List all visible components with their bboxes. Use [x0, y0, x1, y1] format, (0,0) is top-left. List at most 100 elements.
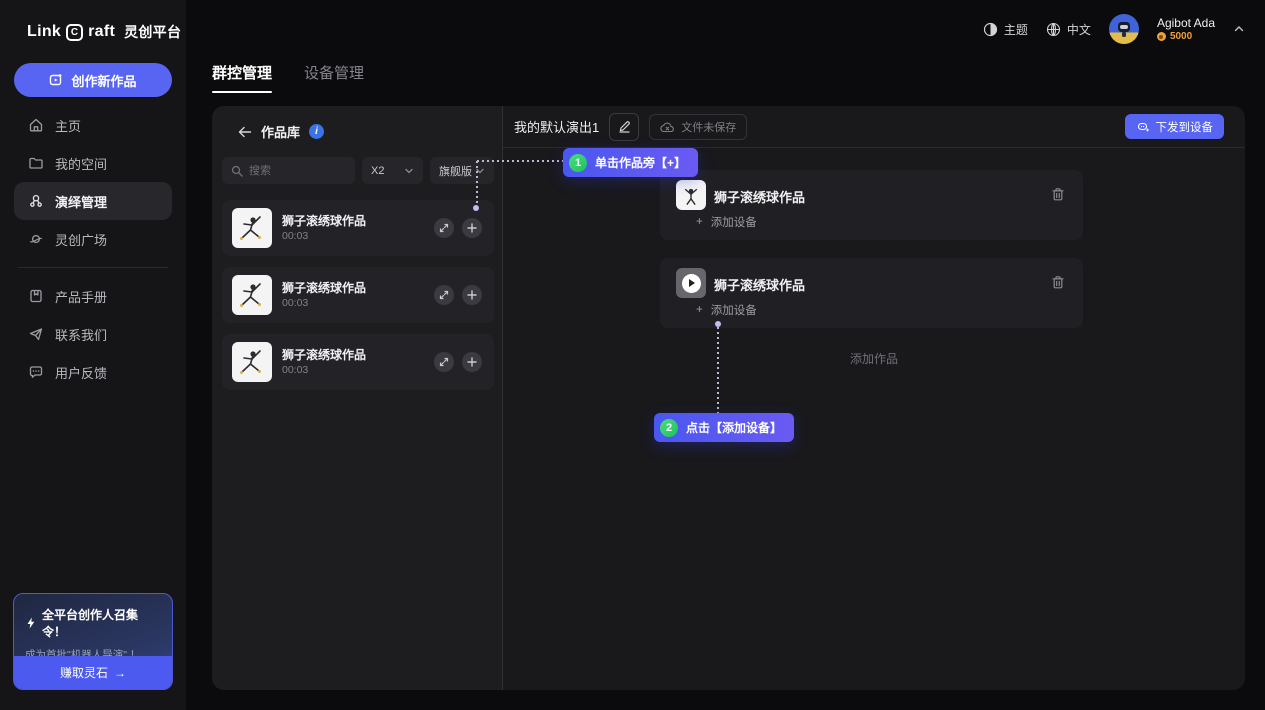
sidebar-item-user-feedback[interactable]: 用户反馈: [14, 353, 172, 391]
create-work-button[interactable]: 创作新作品: [14, 63, 172, 97]
preview-expand-button[interactable]: [434, 285, 454, 305]
sidebar-item-label: 演绎管理: [55, 192, 107, 211]
promo-title-row: 全平台创作人召集令！: [14, 594, 172, 640]
sidebar-item-product-manual[interactable]: 产品手册: [14, 277, 172, 315]
work-duration: 00:03: [282, 297, 308, 309]
add-work-placeholder[interactable]: 添加作品: [503, 350, 1245, 367]
chevron-down-icon: [404, 166, 414, 176]
step-number-badge: 2: [660, 419, 678, 437]
tutorial-step-text: 单击作品旁【+】: [595, 154, 686, 171]
topbar: 主题 中文 Agibot Ada 5000: [983, 0, 1245, 58]
library-title: 作品库: [261, 122, 300, 141]
theme-icon: [983, 22, 998, 37]
paper-plane-icon: [28, 326, 44, 342]
work-list-item[interactable]: 狮子滚绣球作品 00:03: [222, 200, 494, 256]
sidebar-nav: 主页 我的空间 演绎管: [14, 106, 172, 391]
coin-icon: [1157, 32, 1166, 41]
tutorial-dot: [473, 205, 479, 211]
add-work-to-stage-button[interactable]: [462, 352, 482, 372]
stage-work-card[interactable]: 狮子滚绣球作品 + 添加设备: [660, 258, 1083, 328]
delete-work-button[interactable]: [1051, 275, 1065, 290]
tab-group-control[interactable]: 群控管理: [212, 62, 272, 93]
earn-gems-button[interactable]: 赚取灵石 →: [14, 656, 172, 689]
user-info[interactable]: Agibot Ada 5000: [1157, 16, 1215, 42]
collapse-chevron-up-icon[interactable]: [1233, 23, 1245, 35]
sidebar-item-contact-us[interactable]: 联系我们: [14, 315, 172, 353]
theme-toggle[interactable]: 主题: [983, 21, 1028, 38]
create-work-label: 创作新作品: [71, 71, 136, 90]
speed-select[interactable]: X2: [362, 157, 423, 184]
sidebar-item-label: 灵创广场: [55, 230, 107, 249]
tutorial-dotted-line: [476, 161, 478, 205]
brand-prefix: Link: [27, 23, 61, 41]
tutorial-dotted-line: [717, 327, 719, 413]
deploy-to-device-button[interactable]: 下发到设备: [1125, 114, 1225, 139]
add-work-to-stage-button[interactable]: [462, 218, 482, 238]
work-title: 狮子滚绣球作品: [282, 279, 366, 296]
preview-expand-button[interactable]: [434, 352, 454, 372]
deploy-robot-icon: [1136, 120, 1150, 133]
preview-expand-button[interactable]: [434, 218, 454, 238]
add-device-button[interactable]: + 添加设备: [696, 214, 757, 230]
tutorial-dot: [715, 321, 721, 327]
search-box[interactable]: [222, 157, 355, 184]
credits-badge: 5000: [1157, 31, 1215, 42]
work-duration: 00:03: [282, 230, 308, 242]
sidebar-item-performance-management[interactable]: 演绎管理: [14, 182, 172, 220]
sidebar-item-label: 产品手册: [55, 287, 107, 306]
stage-work-card[interactable]: 狮子滚绣球作品 + 添加设备: [660, 170, 1083, 240]
rename-stage-button[interactable]: [609, 113, 639, 141]
tutorial-step-text: 点击【添加设备】: [686, 419, 782, 436]
work-duration: 00:03: [282, 364, 308, 376]
tutorial-step-2: 2 点击【添加设备】: [654, 413, 794, 442]
library-header: 作品库 i: [238, 122, 324, 141]
sidebar-item-label: 我的空间: [55, 154, 107, 173]
language-switcher[interactable]: 中文: [1046, 21, 1091, 38]
deploy-label: 下发到设备: [1156, 119, 1214, 135]
chat-bubble-icon: [28, 364, 44, 380]
tutorial-step-1: 1 单击作品旁【+】: [563, 148, 698, 177]
globe-icon: [1046, 22, 1061, 37]
home-icon: [28, 117, 44, 133]
work-title: 狮子滚绣球作品: [282, 212, 366, 229]
speed-select-value: X2: [371, 165, 384, 177]
search-input[interactable]: [249, 165, 346, 177]
work-thumbnail: [232, 208, 272, 248]
earn-gems-label: 赚取灵石: [60, 664, 108, 681]
add-device-label: 添加设备: [711, 302, 757, 318]
sidebar-divider: [18, 267, 168, 268]
save-status-chip: 文件未保存: [649, 114, 747, 140]
stage-work-thumbnail-playing[interactable]: [676, 268, 706, 298]
stage-work-thumbnail: [676, 180, 706, 210]
brand-c-icon: C: [66, 24, 83, 41]
sidebar-item-plaza[interactable]: 灵创广场: [14, 220, 172, 258]
tab-device-management[interactable]: 设备管理: [304, 62, 364, 93]
work-list-item[interactable]: 狮子滚绣球作品 00:03: [222, 267, 494, 323]
user-name: Agibot Ada: [1157, 16, 1215, 30]
cloud-unsaved-icon: [660, 121, 675, 133]
tutorial-dotted-line: [477, 160, 563, 162]
sidebar-item-label: 联系我们: [55, 325, 107, 344]
add-device-label: 添加设备: [711, 214, 757, 230]
folder-icon: [28, 155, 44, 171]
app-window: LinkCraft 灵创平台 创作新作品: [0, 0, 1265, 710]
main-panel: 作品库 i X2: [212, 106, 1245, 690]
work-thumbnail: [232, 275, 272, 315]
theme-label: 主题: [1004, 21, 1028, 38]
back-arrow-icon[interactable]: [238, 126, 252, 138]
lightning-icon: [25, 617, 37, 629]
add-work-to-stage-button[interactable]: [462, 285, 482, 305]
save-status-label: 文件未保存: [681, 119, 736, 135]
work-thumbnail: [232, 342, 272, 382]
sidebar-item-label: 主页: [55, 116, 81, 135]
sidebar-item-my-space[interactable]: 我的空间: [14, 144, 172, 182]
info-icon[interactable]: i: [309, 124, 324, 139]
create-work-icon: [49, 73, 63, 87]
stage-header: 我的默认演出1 文件未保存: [503, 106, 1245, 148]
user-avatar[interactable]: [1109, 14, 1139, 44]
add-device-button[interactable]: + 添加设备: [696, 302, 757, 318]
sidebar-item-home[interactable]: 主页: [14, 106, 172, 144]
work-list-item[interactable]: 狮子滚绣球作品 00:03: [222, 334, 494, 390]
delete-work-button[interactable]: [1051, 187, 1065, 202]
work-title: 狮子滚绣球作品: [282, 346, 366, 363]
